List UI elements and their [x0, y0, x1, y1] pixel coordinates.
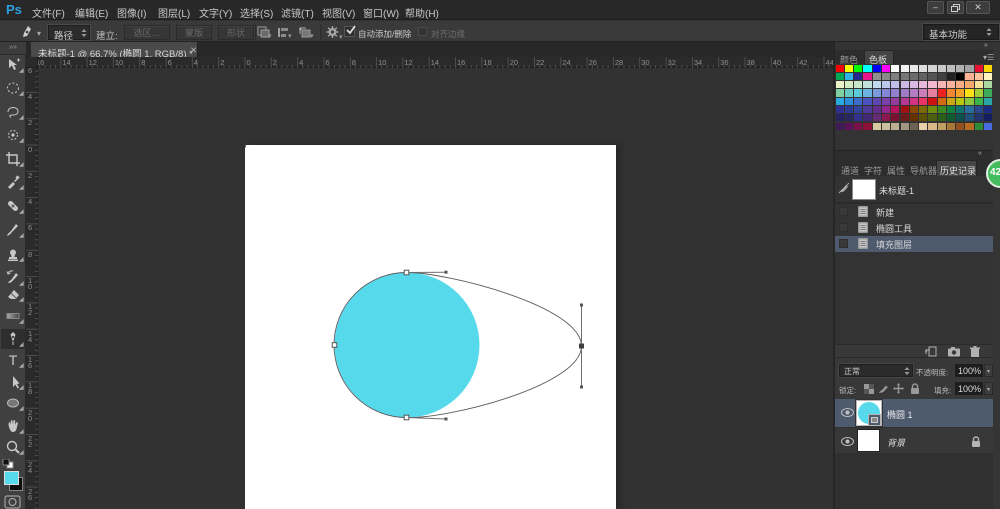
- svg-text:T: T: [9, 352, 18, 368]
